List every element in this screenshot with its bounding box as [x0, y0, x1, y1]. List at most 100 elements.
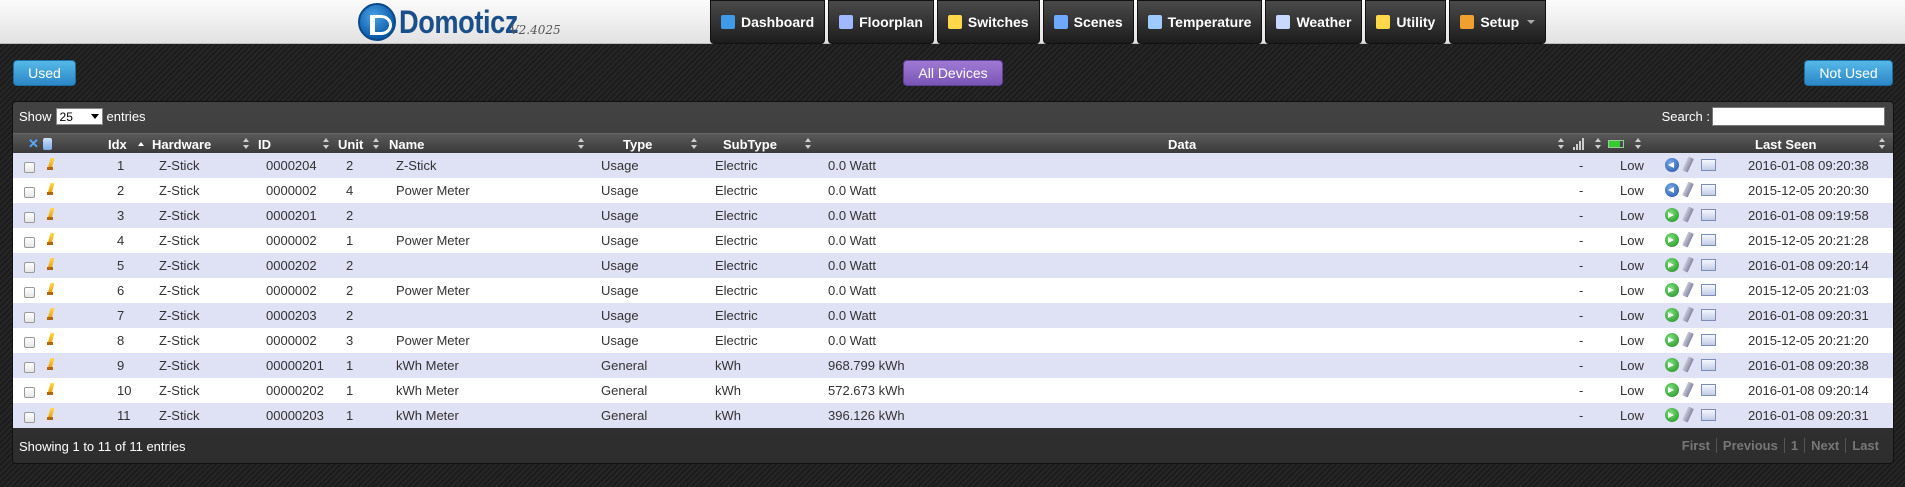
menu-item-scenes[interactable]: Scenes: [1042, 0, 1134, 44]
menu-item-temperature[interactable]: Temperature: [1136, 0, 1263, 44]
menu-item-floorplan[interactable]: Floorplan: [828, 0, 934, 44]
rename-pencil-icon[interactable]: [1682, 331, 1694, 348]
add-device-icon[interactable]: [1665, 283, 1679, 297]
col-hardware-header[interactable]: Hardware: [152, 134, 211, 154]
not-used-button[interactable]: Not Used: [1804, 60, 1893, 86]
rename-pencil-icon[interactable]: [1682, 256, 1694, 273]
rename-pencil-icon[interactable]: [1682, 231, 1694, 248]
add-device-icon[interactable]: [1665, 208, 1679, 222]
rename-pencil-icon[interactable]: [1682, 356, 1694, 373]
table-row[interactable]: 2 Z-Stick 0000002 4 Power Meter Usage Electric…: [13, 178, 1893, 203]
table-row[interactable]: 8 Z-Stick 0000002 3 Power Meter Usage Electric…: [13, 328, 1893, 353]
used-button[interactable]: Used: [13, 60, 76, 86]
switches-icon: [947, 15, 962, 29]
cell-id: 00000201: [266, 358, 324, 373]
row-checkbox[interactable]: [24, 262, 35, 273]
col-unit-header[interactable]: Unit: [338, 134, 363, 154]
cell-last-seen: 2016-01-08 09:20:14: [1748, 383, 1869, 398]
col-last-seen-header[interactable]: Last Seen: [1755, 134, 1816, 154]
log-icon[interactable]: [1701, 259, 1716, 271]
add-device-icon[interactable]: [1665, 258, 1679, 272]
remove-device-icon[interactable]: [1665, 183, 1679, 197]
col-battery-header[interactable]: [1608, 134, 1624, 154]
col-type-header[interactable]: Type: [623, 134, 652, 154]
row-checkbox[interactable]: [24, 312, 35, 323]
add-device-icon[interactable]: [1665, 333, 1679, 347]
log-icon[interactable]: [1701, 184, 1716, 196]
rename-pencil-icon[interactable]: [1682, 181, 1694, 198]
cell-hardware: Z-Stick: [159, 333, 200, 348]
row-checkbox[interactable]: [24, 387, 35, 398]
pager-previous[interactable]: Previous: [1715, 438, 1784, 453]
add-device-icon[interactable]: [1665, 408, 1679, 422]
cell-id: 00000203: [266, 408, 324, 423]
col-select-header[interactable]: ✕: [28, 134, 52, 154]
cell-hardware: Z-Stick: [159, 383, 200, 398]
remove-device-icon[interactable]: [1665, 158, 1679, 172]
col-id-header[interactable]: ID: [258, 134, 271, 154]
table-row[interactable]: 3 Z-Stick 0000201 2 Usage Electric 0.0 Watt - Lo…: [13, 203, 1893, 228]
cell-id: 0000002: [266, 233, 317, 248]
table-row[interactable]: 10 Z-Stick 00000202 1 kWh Meter General kWh 572…: [13, 378, 1893, 403]
menu-item-utility[interactable]: Utility: [1365, 0, 1447, 44]
all-devices-button[interactable]: All Devices: [903, 60, 1003, 86]
rename-pencil-icon[interactable]: [1682, 381, 1694, 398]
rename-pencil-icon[interactable]: [1682, 281, 1694, 298]
pager-last[interactable]: Last: [1845, 438, 1885, 453]
col-data-header[interactable]: Data: [1168, 134, 1196, 154]
add-device-icon[interactable]: [1665, 358, 1679, 372]
log-icon[interactable]: [1701, 384, 1716, 396]
row-checkbox[interactable]: [24, 412, 35, 423]
log-icon[interactable]: [1701, 409, 1716, 421]
log-icon[interactable]: [1701, 334, 1716, 346]
menu-item-weather[interactable]: Weather: [1265, 0, 1363, 44]
cell-signal: -: [1579, 258, 1584, 273]
rename-pencil-icon[interactable]: [1682, 156, 1694, 173]
row-checkbox[interactable]: [24, 337, 35, 348]
pager-next[interactable]: Next: [1804, 438, 1845, 453]
cell-subtype: Electric: [715, 333, 758, 348]
menu-item-dashboard[interactable]: Dashboard: [710, 0, 826, 44]
log-icon[interactable]: [1701, 284, 1716, 296]
row-checkbox[interactable]: [24, 212, 35, 223]
cell-type: Usage: [601, 258, 639, 273]
row-checkbox[interactable]: [24, 362, 35, 373]
cell-name: Power Meter: [396, 283, 470, 298]
row-checkbox[interactable]: [24, 162, 35, 173]
cell-idx: 9: [117, 358, 125, 373]
row-checkbox[interactable]: [24, 187, 35, 198]
rename-pencil-icon[interactable]: [1682, 206, 1694, 223]
log-icon[interactable]: [1701, 309, 1716, 321]
col-signal-header[interactable]: [1573, 134, 1584, 154]
table-row[interactable]: 6 Z-Stick 0000002 2 Power Meter Usage Electric…: [13, 278, 1893, 303]
pager-first[interactable]: First: [1676, 438, 1716, 453]
search-input[interactable]: [1712, 107, 1885, 126]
brand[interactable]: Domoticz V2.4025: [358, 3, 561, 41]
table-row[interactable]: 1 Z-Stick 0000204 2 Z-Stick Usage Electric 0.0 …: [13, 153, 1893, 178]
table-row[interactable]: 7 Z-Stick 0000203 2 Usage Electric 0.0 Watt - Lo…: [13, 303, 1893, 328]
sort-icon: [243, 138, 249, 150]
menu-item-switches[interactable]: Switches: [936, 0, 1040, 44]
sort-icon: [373, 138, 379, 150]
menu-item-setup[interactable]: Setup: [1449, 0, 1547, 44]
row-checkbox[interactable]: [24, 237, 35, 248]
entries-select[interactable]: 25: [55, 108, 103, 125]
log-icon[interactable]: [1701, 209, 1716, 221]
table-row[interactable]: 11 Z-Stick 00000203 1 kWh Meter General kWh 396…: [13, 403, 1893, 428]
row-checkbox[interactable]: [24, 287, 35, 298]
col-idx-header[interactable]: Idx: [108, 134, 127, 154]
rename-pencil-icon[interactable]: [1682, 306, 1694, 323]
pager-page[interactable]: 1: [1783, 438, 1804, 453]
add-device-icon[interactable]: [1665, 383, 1679, 397]
add-device-icon[interactable]: [1665, 233, 1679, 247]
rename-pencil-icon[interactable]: [1682, 406, 1694, 423]
log-icon[interactable]: [1701, 159, 1716, 171]
col-name-header[interactable]: Name: [389, 134, 424, 154]
add-device-icon[interactable]: [1665, 308, 1679, 322]
log-icon[interactable]: [1701, 234, 1716, 246]
table-row[interactable]: 9 Z-Stick 00000201 1 kWh Meter General kWh 968.…: [13, 353, 1893, 378]
table-row[interactable]: 4 Z-Stick 0000002 1 Power Meter Usage Electric…: [13, 228, 1893, 253]
log-icon[interactable]: [1701, 359, 1716, 371]
table-row[interactable]: 5 Z-Stick 0000202 2 Usage Electric 0.0 Watt - Lo…: [13, 253, 1893, 278]
col-subtype-header[interactable]: SubType: [723, 134, 777, 154]
